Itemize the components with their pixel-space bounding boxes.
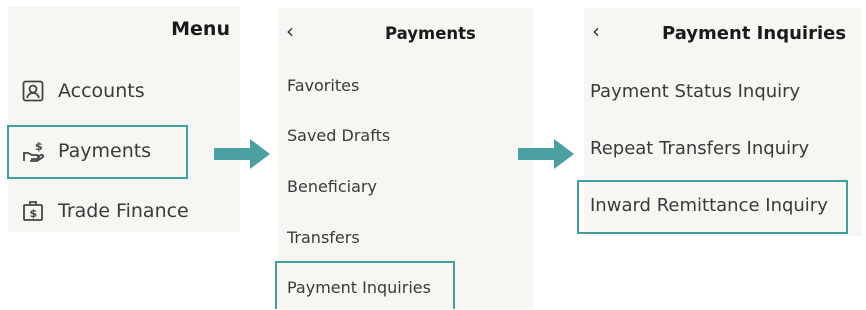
payments-icon: $ [20, 138, 46, 164]
inquiry-item-inward-remittance[interactable]: Inward Remittance Inquiry [590, 195, 828, 216]
submenu-item-favorites[interactable]: Favorites [287, 76, 359, 95]
payments-title: Payments [385, 24, 476, 43]
flow-arrow-2 [518, 139, 574, 169]
submenu-item-payment-inquiries[interactable]: Payment Inquiries [287, 278, 431, 297]
svg-text:$: $ [30, 207, 38, 220]
menu-title: Menu [171, 18, 230, 40]
inquiry-item-repeat-transfers[interactable]: Repeat Transfers Inquiry [590, 138, 809, 159]
trade-finance-icon: $ [20, 198, 46, 224]
chevron-left-icon[interactable]: ‹ [592, 21, 600, 41]
submenu-item-transfers[interactable]: Transfers [287, 228, 360, 247]
menu-item-label: Payments [58, 140, 152, 162]
menu-item-accounts[interactable]: Accounts [20, 78, 145, 104]
svg-text:$: $ [35, 140, 43, 153]
chevron-left-icon[interactable]: ‹ [286, 21, 294, 41]
main-menu-panel: Menu Accounts $ Payments $ Trade Finance [8, 6, 240, 232]
payments-panel: ‹ Payments Favorites Saved Drafts Benefi… [278, 8, 533, 309]
submenu-item-saved-drafts[interactable]: Saved Drafts [287, 126, 390, 145]
menu-item-label: Accounts [58, 80, 145, 102]
menu-item-trade-finance[interactable]: $ Trade Finance [20, 198, 189, 224]
menu-item-label: Trade Finance [58, 200, 189, 222]
menu-item-payments[interactable]: $ Payments [20, 138, 151, 164]
payment-inquiries-panel: ‹ Payment Inquiries Payment Status Inqui… [584, 8, 862, 236]
flow-arrow-1 [214, 139, 270, 169]
submenu-item-beneficiary[interactable]: Beneficiary [287, 177, 377, 196]
payment-inquiries-title: Payment Inquiries [662, 23, 847, 44]
accounts-icon [20, 78, 46, 104]
inquiry-item-payment-status[interactable]: Payment Status Inquiry [590, 81, 800, 102]
